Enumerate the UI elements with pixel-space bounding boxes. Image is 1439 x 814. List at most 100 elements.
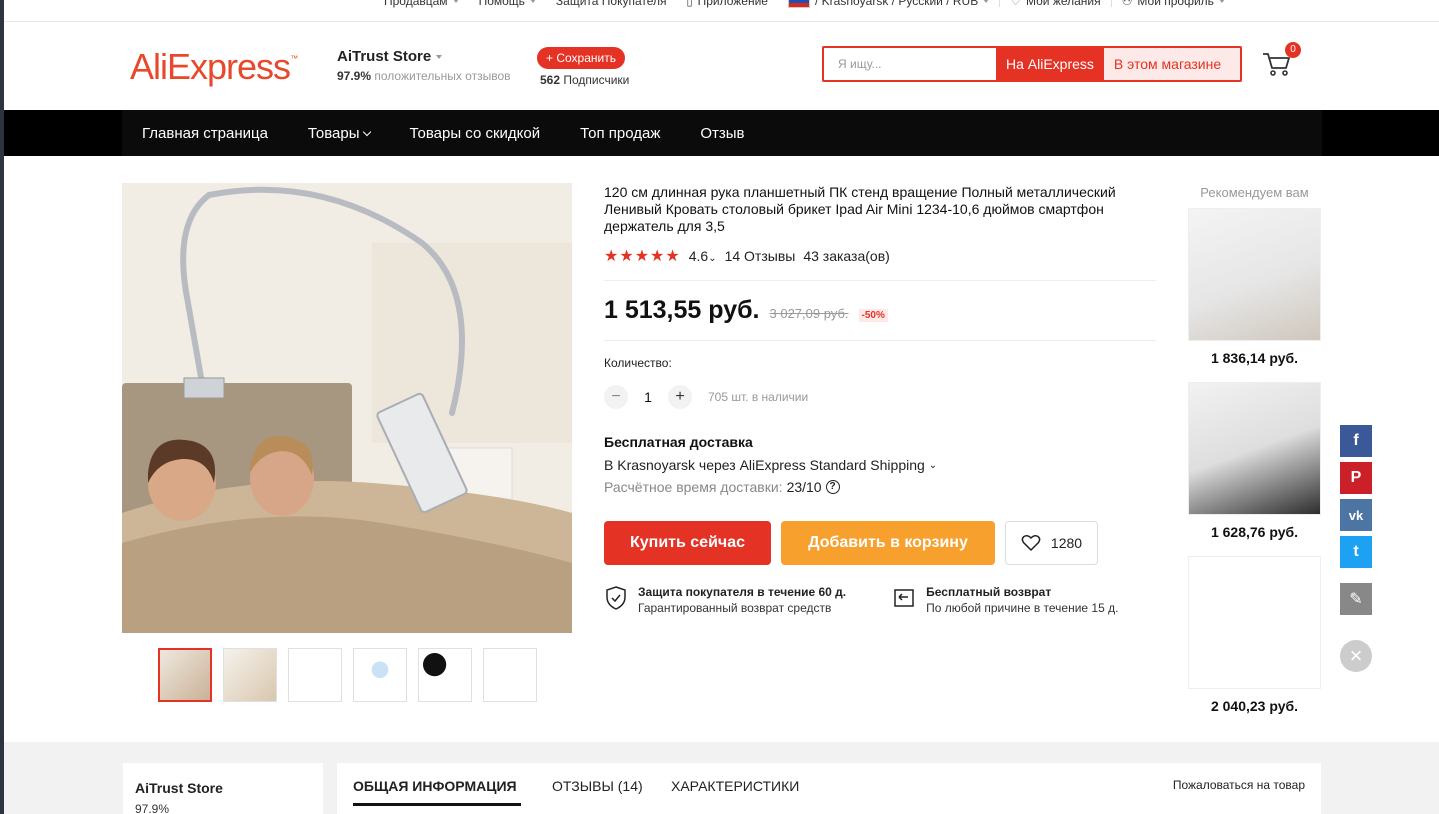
subscribers-count: 562 — [540, 73, 561, 87]
search-aliexpress-button[interactable]: На AliExpress — [996, 48, 1104, 80]
add-to-cart-button[interactable]: Добавить в корзину — [781, 521, 995, 565]
caret-down-icon — [436, 54, 443, 59]
protection-subtitle: Гарантированный возврат средств — [638, 601, 832, 615]
current-price: 1 513,55 руб. — [604, 296, 760, 324]
tab-overview[interactable]: ОБЩАЯ ИНФОРМАЦИЯ — [353, 778, 517, 794]
tab-specs[interactable]: ХАРАКТЕРИСТИКИ — [671, 778, 799, 794]
store-name[interactable]: AiTrust Store — [337, 48, 511, 65]
search-store-button[interactable]: В этом магазине — [1103, 48, 1240, 80]
caret-down-icon — [452, 0, 459, 3]
nav-home[interactable]: Главная страница — [122, 125, 288, 142]
wish-count: 1280 — [1050, 535, 1083, 551]
logo-text: AliExpress — [130, 46, 291, 87]
store-card: AiTrust Store 97.9% — [123, 763, 323, 814]
return-subtitle: По любой причине в течение 15 д. — [926, 601, 1119, 615]
rating-row: ★★★★★ 4.6⌄ 14 Отзывы 43 заказа(ов) — [604, 246, 890, 266]
nav-sale-label: Товары со скидкой — [409, 124, 541, 142]
divider — [604, 280, 1156, 281]
shipping-method-selector[interactable]: В Krasnoyarsk через AliExpress Standard … — [604, 457, 937, 473]
reviews-count[interactable]: 14 Отзывы — [725, 248, 796, 264]
free-return: Бесплатный возврат По любой причине в теч… — [892, 585, 1118, 615]
pinterest-share-button[interactable]: P — [1340, 462, 1372, 494]
vk-share-button[interactable]: vk — [1340, 499, 1372, 531]
buy-now-button[interactable]: Купить сейчас — [604, 521, 771, 565]
nav-products-label: Товары — [307, 124, 360, 142]
thumbnail-6[interactable] — [483, 648, 537, 702]
tab-reviews[interactable]: ОТЗЫВЫ (14) — [552, 778, 643, 794]
facebook-icon: f — [1353, 432, 1359, 449]
quantity-input[interactable]: 1 — [638, 389, 658, 405]
store-card-name[interactable]: AiTrust Store — [135, 780, 311, 796]
return-title: Бесплатный возврат — [926, 585, 1052, 599]
follow-block: + Сохранить 562 Подписчики — [537, 47, 629, 87]
rating-value[interactable]: 4.6⌄ — [689, 248, 717, 264]
nav-feedback[interactable]: Отзыв — [680, 125, 764, 142]
buyer-protection: Защита покупателя в течение 60 д. Гаранти… — [604, 585, 846, 615]
thumbnail-5[interactable] — [418, 648, 472, 702]
facebook-share-button[interactable]: f — [1340, 425, 1372, 457]
nav-sale[interactable]: Товары со скидкой — [390, 125, 561, 142]
sellers-link[interactable]: Продавцам — [374, 0, 469, 8]
recommend-image — [1188, 382, 1321, 515]
app-label: Приложение — [697, 0, 768, 8]
delivery-date: 23/10 — [786, 479, 822, 495]
add-to-wishlist-button[interactable]: 1280 — [1005, 521, 1098, 565]
heart-icon: ♡ — [1010, 0, 1021, 8]
nav-products[interactable]: Товары — [288, 125, 390, 142]
thumbnail-4[interactable] — [353, 648, 407, 702]
profile-link[interactable]: ⚇ Мой профиль — [1112, 0, 1235, 8]
thumbnail-3[interactable] — [288, 648, 342, 702]
thumbnail-2[interactable] — [223, 648, 277, 702]
close-share-button[interactable]: × — [1340, 640, 1372, 672]
pencil-icon: ✎ — [1349, 591, 1363, 608]
shipping-title: Бесплатная доставка — [604, 434, 753, 450]
heart-icon — [1021, 535, 1041, 552]
nav-top-selling[interactable]: Топ продаж — [560, 125, 680, 142]
nav-feedback-label: Отзыв — [700, 124, 745, 142]
recommend-price: 1 628,76 руб. — [1210, 524, 1299, 540]
nav-top-label: Топ продаж — [580, 124, 661, 142]
return-box-icon — [894, 589, 914, 607]
help-icon[interactable]: ? — [825, 480, 840, 494]
help-link[interactable]: Помощь — [469, 0, 546, 8]
follow-store-button[interactable]: + Сохранить — [537, 47, 625, 69]
cart-button[interactable]: 0 — [1260, 42, 1301, 82]
user-icon: ⚇ — [1121, 0, 1133, 8]
product-title: 120 см длинная рука планшетный ПК стенд … — [604, 184, 1116, 234]
pinterest-icon: P — [1350, 469, 1362, 486]
buyer-protection-link[interactable]: Защита Покупателя — [546, 0, 677, 8]
app-link[interactable]: ▯ Приложение — [677, 0, 778, 8]
positive-label: положительных отзывов — [374, 69, 511, 83]
report-item-link[interactable]: Пожаловаться на товар — [1173, 778, 1305, 792]
recommend-item[interactable]: 1 836,14 руб. — [1188, 208, 1321, 366]
recommend-item[interactable]: 2 040,23 руб. — [1188, 556, 1321, 714]
russia-flag-icon — [787, 0, 810, 8]
star-rating-icon: ★★★★★ — [604, 248, 681, 265]
phone-icon: ▯ — [686, 0, 693, 8]
active-tab-indicator — [353, 803, 521, 806]
region-selector[interactable]: / Krasnoyarsk / Русский / RUB — [778, 0, 999, 8]
recommend-image — [1188, 556, 1321, 689]
subscribers-label: Подписчики — [563, 73, 630, 87]
aliexpress-logo[interactable]: AliExpress™ — [130, 46, 298, 88]
wishlist-label: Мои желания — [1025, 0, 1101, 8]
twitter-share-button[interactable]: t — [1340, 536, 1372, 568]
cart-count-badge: 0 — [1285, 42, 1301, 58]
edit-button[interactable]: ✎ — [1340, 583, 1372, 615]
help-label: Помощь — [478, 0, 525, 8]
recommend-item[interactable]: 1 628,76 руб. — [1188, 382, 1321, 540]
product-main-image[interactable] — [122, 183, 572, 633]
header: AliExpress™ AiTrust Store 97.9% положите… — [4, 22, 1439, 110]
protection-title: Защита покупателя в течение 60 д. — [638, 585, 847, 599]
trademark: ™ — [290, 54, 298, 63]
chevron-down-icon: ⌄ — [708, 253, 717, 264]
caret-down-icon — [1218, 0, 1225, 3]
quantity-plus-button[interactable]: + — [668, 385, 692, 409]
recommend-price: 2 040,23 руб. — [1210, 698, 1299, 714]
wishlist-link[interactable]: ♡ Мои желания — [1000, 0, 1110, 8]
search-input[interactable]: Я ищу... — [824, 48, 996, 80]
thumbnail-1[interactable] — [158, 648, 212, 702]
stock-available: 705 шт. в наличии — [708, 390, 809, 404]
delivery-label: Расчётное время доставки: — [604, 479, 783, 495]
quantity-minus-button[interactable]: − — [604, 385, 628, 409]
